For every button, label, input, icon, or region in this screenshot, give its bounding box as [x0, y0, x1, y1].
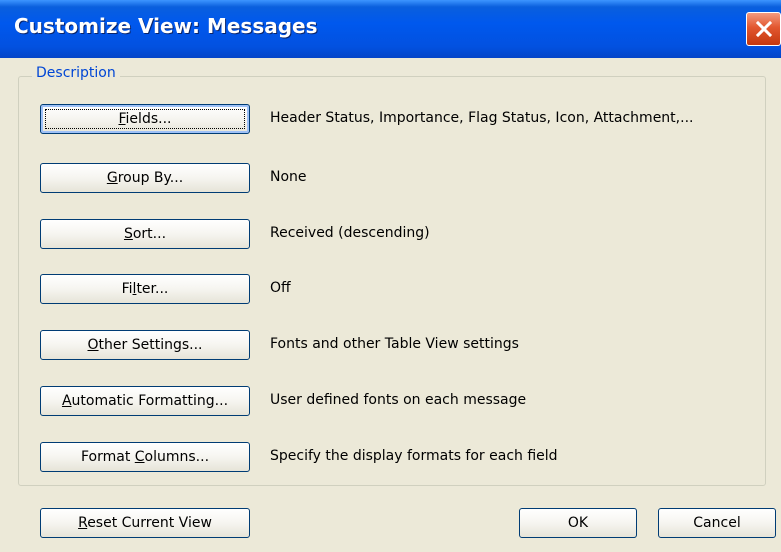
- description-group-label: Description: [32, 65, 120, 81]
- sort-description: Received (descending): [270, 225, 430, 241]
- format-columns-button[interactable]: Format Columns...: [40, 442, 250, 472]
- filter-button[interactable]: Filter...: [40, 274, 250, 304]
- customize-view-dialog: Customize View: Messages Description Fie…: [0, 0, 781, 552]
- sort-button[interactable]: Sort...: [40, 219, 250, 249]
- close-button[interactable]: [746, 12, 781, 46]
- format-columns-description: Specify the display formats for each fie…: [270, 448, 558, 464]
- group-by-description: None: [270, 169, 307, 185]
- other-settings-button[interactable]: Other Settings...: [40, 330, 250, 360]
- close-icon: [756, 21, 772, 37]
- automatic-formatting-description: User defined fonts on each message: [270, 392, 527, 408]
- fields-description: Header Status, Importance, Flag Status, …: [270, 110, 694, 126]
- ok-button[interactable]: OK: [519, 508, 637, 538]
- other-settings-description: Fonts and other Table View settings: [270, 336, 519, 352]
- dialog-title: Customize View: Messages: [14, 14, 318, 38]
- group-by-button[interactable]: Group By...: [40, 163, 250, 193]
- fields-button[interactable]: Fields...: [40, 104, 250, 134]
- reset-current-view-button[interactable]: Reset Current View: [40, 508, 250, 538]
- filter-description: Off: [270, 280, 291, 296]
- automatic-formatting-button[interactable]: Automatic Formatting...: [40, 386, 250, 416]
- title-bar[interactable]: Customize View: Messages: [0, 0, 781, 58]
- cancel-button[interactable]: Cancel: [658, 508, 776, 538]
